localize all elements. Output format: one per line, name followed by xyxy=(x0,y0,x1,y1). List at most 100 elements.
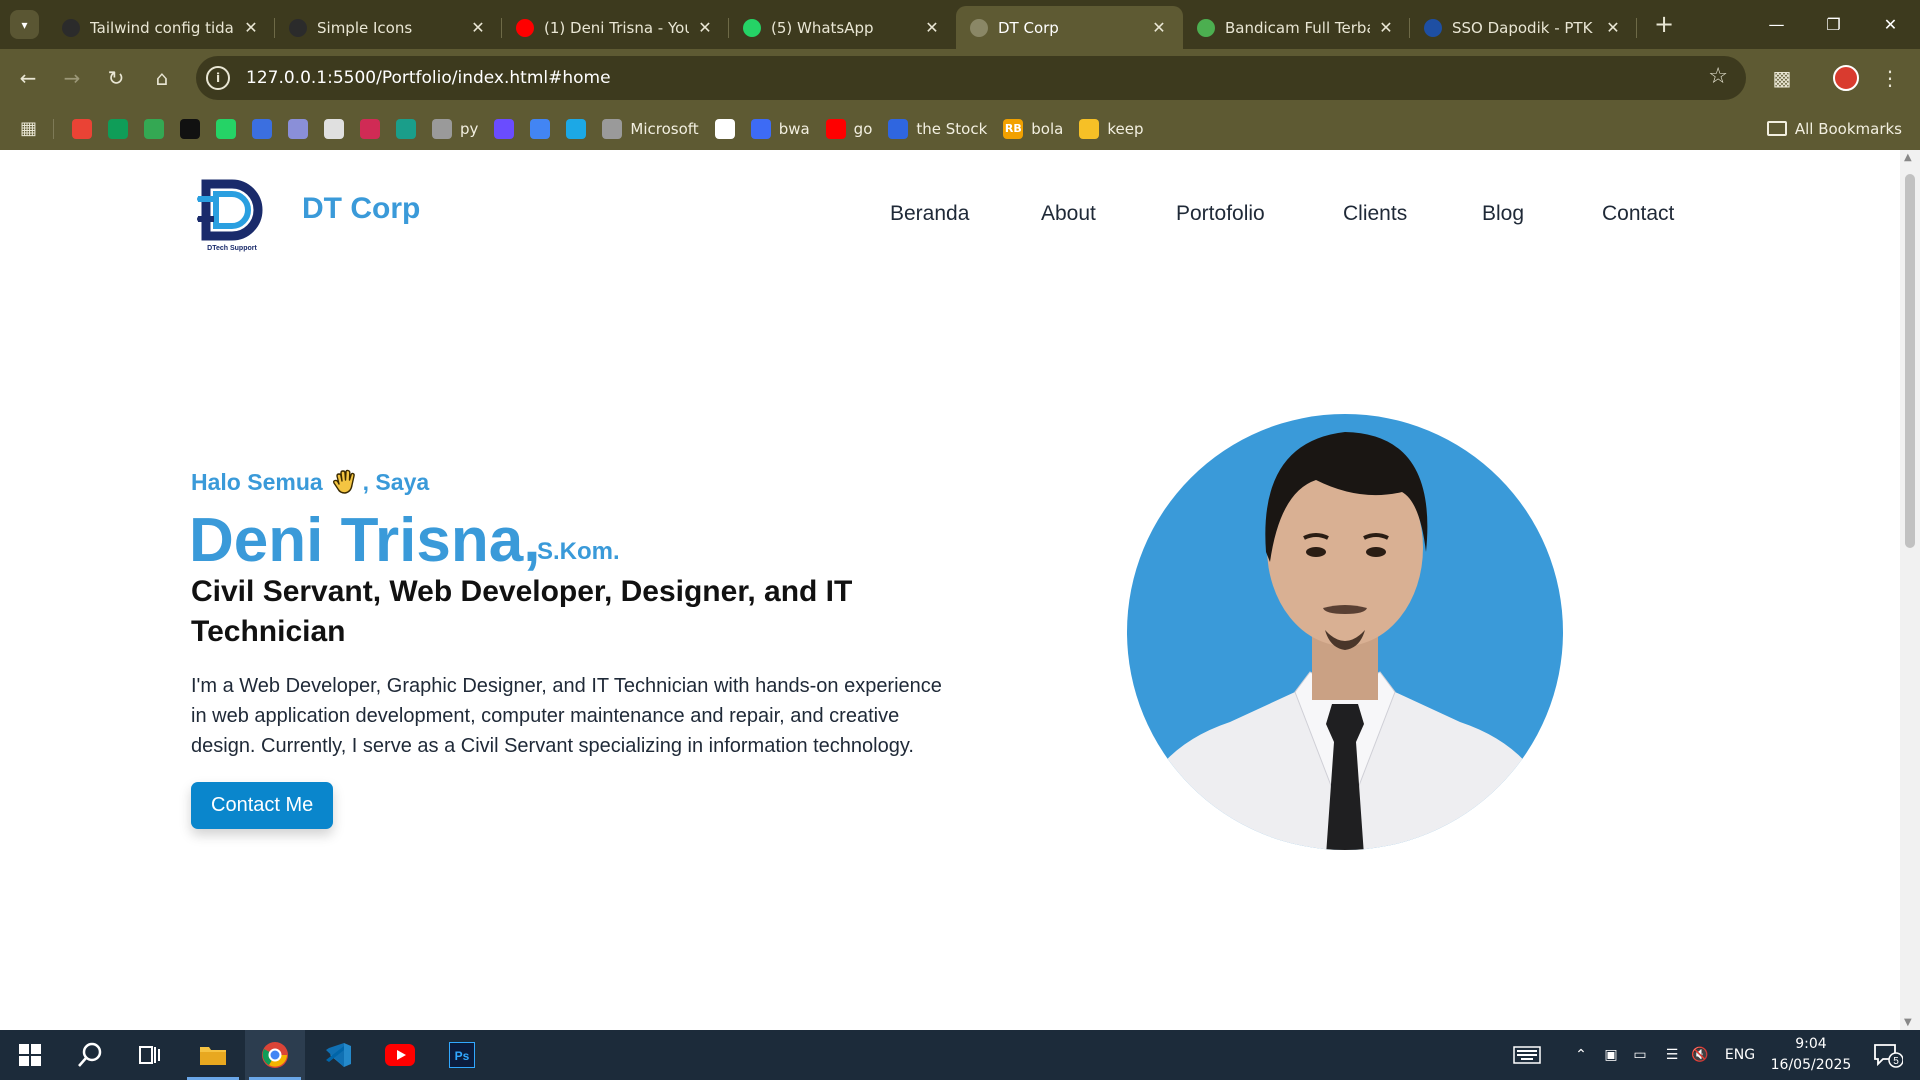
battery-icon[interactable]: ▭ xyxy=(1628,1030,1652,1080)
start-button[interactable] xyxy=(0,1030,60,1080)
language-indicator[interactable]: ENG xyxy=(1722,1030,1758,1080)
bookmark-item[interactable]: RB bola xyxy=(1003,118,1064,139)
clock[interactable]: 9:04 16/05/2025 xyxy=(1756,1034,1866,1076)
restore-button[interactable]: ❐ xyxy=(1805,0,1862,49)
wifi-icon[interactable]: ☰ xyxy=(1660,1030,1684,1080)
bookmark-item[interactable] xyxy=(566,118,587,139)
bookmark-item[interactable]: Microsoft xyxy=(602,118,699,139)
scroll-thumb[interactable] xyxy=(1905,174,1915,548)
bookmark-item[interactable]: go xyxy=(825,118,872,139)
bookmark-item[interactable]: py xyxy=(432,118,478,139)
contact-me-button[interactable]: Contact Me xyxy=(191,782,334,829)
nav-link-clients[interactable]: Clients xyxy=(1343,202,1407,226)
tab-item[interactable]: Bandicam Full Terbar ✕ xyxy=(1183,6,1410,49)
close-tab-icon[interactable]: ✕ xyxy=(241,18,261,37)
search-icon[interactable] xyxy=(60,1030,120,1080)
task-view-icon[interactable] xyxy=(120,1030,180,1080)
address-bar[interactable]: i 127.0.0.1:5500/Portfolio/index.html#ho… xyxy=(196,56,1746,100)
hero-degree: S.Kom. xyxy=(537,538,620,565)
bookmark-label: bola xyxy=(1031,119,1064,138)
rb-icon: RB xyxy=(1003,118,1024,139)
forward-button[interactable]: → xyxy=(56,62,88,94)
youtube-icon xyxy=(825,118,846,139)
nav-link-about[interactable]: About xyxy=(1041,202,1096,226)
tab-search-button[interactable]: ▾ xyxy=(10,10,39,39)
cloud-icon xyxy=(530,118,551,139)
tab-title: (5) WhatsApp xyxy=(771,18,874,37)
svg-text:Ps: Ps xyxy=(455,1049,470,1063)
close-tab-icon[interactable]: ✕ xyxy=(1149,18,1169,37)
brand-name[interactable]: DT Corp xyxy=(302,192,420,226)
tab-item[interactable]: (5) WhatsApp ✕ xyxy=(729,6,956,49)
close-tab-icon[interactable]: ✕ xyxy=(1376,18,1396,37)
tab-active[interactable]: DT Corp ✕ xyxy=(956,6,1183,49)
dt-corp-logo[interactable]: DTech Support xyxy=(192,172,272,252)
scroll-down-icon[interactable]: ▼ xyxy=(1904,1017,1912,1028)
home-icon[interactable]: ⌂ xyxy=(146,62,178,94)
bookmark-item[interactable] xyxy=(72,118,93,139)
bookmark-item[interactable] xyxy=(714,118,735,139)
youtube-icon[interactable] xyxy=(370,1030,430,1080)
vscode-icon[interactable] xyxy=(308,1030,368,1080)
bookmark-item[interactable] xyxy=(324,118,345,139)
forms-icon xyxy=(252,118,273,139)
keyboard-icon[interactable] xyxy=(1510,1030,1544,1080)
calendar-icon xyxy=(288,118,309,139)
new-tab-button[interactable]: + xyxy=(1650,10,1678,38)
store-icon xyxy=(324,118,345,139)
chevron-up-icon[interactable]: ⌃ xyxy=(1570,1030,1592,1080)
bookmark-item[interactable] xyxy=(252,118,273,139)
close-tab-icon[interactable]: ✕ xyxy=(468,18,488,37)
clock-date: 16/05/2025 xyxy=(1770,1057,1852,1073)
tab-list: Tailwind config tidak ✕ Simple Icons ✕ (1) D… xyxy=(48,6,1637,49)
photoshop-icon[interactable]: Ps xyxy=(432,1030,492,1080)
bookmark-item[interactable] xyxy=(108,118,129,139)
nav-link-portofolio[interactable]: Portofolio xyxy=(1176,202,1265,226)
meet-icon[interactable]: ▣ xyxy=(1600,1030,1622,1080)
bookmark-label: bwa xyxy=(778,119,810,138)
all-bookmarks-button[interactable]: All Bookmarks xyxy=(1766,107,1902,150)
bookmark-item[interactable] xyxy=(288,118,309,139)
page-scrollbar[interactable]: ▲ ▼ xyxy=(1900,150,1920,1030)
bookmark-item[interactable] xyxy=(360,118,381,139)
whatsapp-icon xyxy=(216,118,237,139)
close-tab-icon[interactable]: ✕ xyxy=(922,18,942,37)
scroll-up-icon[interactable]: ▲ xyxy=(1904,152,1912,163)
nav-link-blog[interactable]: Blog xyxy=(1482,202,1524,226)
reload-button[interactable]: ↻ xyxy=(100,62,132,94)
close-tab-icon[interactable]: ✕ xyxy=(695,18,715,37)
volume-muted-icon[interactable]: 🔇 xyxy=(1688,1030,1712,1080)
bookmark-item[interactable]: bwa xyxy=(750,118,810,139)
bookmark-item[interactable] xyxy=(396,118,417,139)
back-button[interactable]: ← xyxy=(12,62,44,94)
chrome-icon[interactable] xyxy=(245,1030,305,1080)
profile-button[interactable] xyxy=(1830,62,1862,94)
tab-item[interactable]: Simple Icons ✕ xyxy=(275,6,502,49)
minimize-button[interactable]: — xyxy=(1748,0,1805,49)
tab-item[interactable]: (1) Deni Trisna - YouT ✕ xyxy=(502,6,729,49)
bookmark-item[interactable]: keep xyxy=(1079,118,1143,139)
apps-icon[interactable]: ▦ xyxy=(20,118,37,139)
folder-icon xyxy=(1766,121,1787,136)
hero-description: I'm a Web Developer, Graphic Designer, a… xyxy=(191,675,942,757)
nav-link-contact[interactable]: Contact xyxy=(1602,202,1674,226)
site-info-icon[interactable]: i xyxy=(206,66,230,90)
notifications-button[interactable]: 5 xyxy=(1868,1030,1908,1080)
bookmark-item[interactable]: the Stock xyxy=(888,118,987,139)
bookmark-star-icon[interactable]: ☆ xyxy=(1708,64,1728,89)
extensions-icon[interactable]: ▩ xyxy=(1766,62,1798,94)
bookmark-item[interactable] xyxy=(494,118,515,139)
bookmark-item[interactable] xyxy=(216,118,237,139)
bookmark-item[interactable] xyxy=(180,118,201,139)
close-window-button[interactable]: ✕ xyxy=(1862,0,1919,49)
close-tab-icon[interactable]: ✕ xyxy=(1603,18,1623,37)
dapodik-icon xyxy=(1424,18,1442,37)
profile-photo xyxy=(1127,414,1563,850)
bookmark-item[interactable] xyxy=(144,118,165,139)
menu-icon[interactable]: ⋮ xyxy=(1878,62,1902,94)
nav-link-beranda[interactable]: Beranda xyxy=(890,202,969,226)
bookmark-item[interactable] xyxy=(530,118,551,139)
file-explorer-icon[interactable] xyxy=(183,1030,243,1080)
tab-item[interactable]: SSO Dapodik - PTK D ✕ xyxy=(1410,6,1637,49)
tab-item[interactable]: Tailwind config tidak ✕ xyxy=(48,6,275,49)
